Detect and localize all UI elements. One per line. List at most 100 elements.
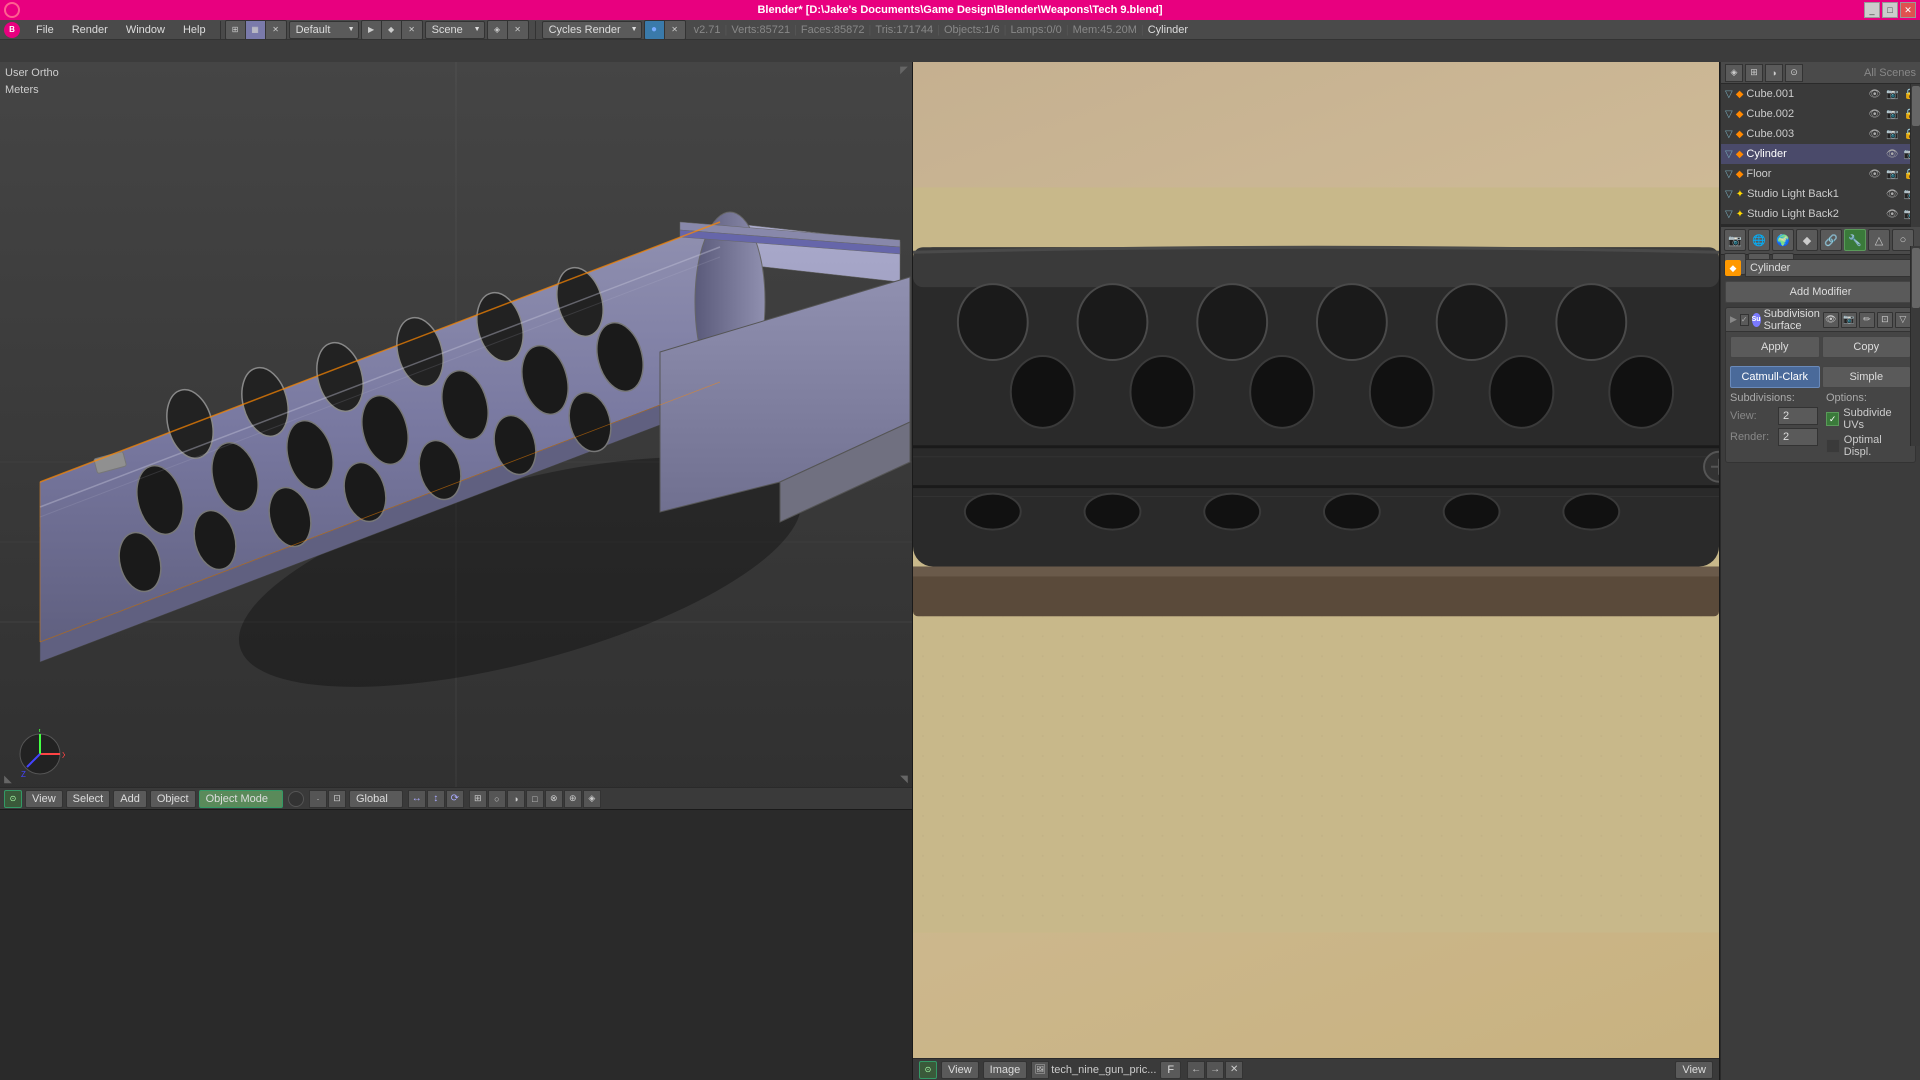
layout-icon-3[interactable]: ✕: [266, 21, 286, 39]
outliner-icon-4[interactable]: ⊙: [1785, 64, 1803, 82]
viewport-resize-corner-br[interactable]: ◥: [896, 771, 912, 787]
image-nav-icon-2[interactable]: →: [1206, 1061, 1224, 1079]
render-icon[interactable]: ▶: [362, 21, 382, 39]
modifier-enable-checkbox[interactable]: ✓: [1740, 314, 1749, 326]
props-constraints-icon-btn[interactable]: 🔗: [1820, 229, 1842, 251]
global-dropdown[interactable]: Global: [349, 790, 403, 808]
mode-dropdown[interactable]: Object Mode: [199, 790, 283, 808]
properties-scrollbar[interactable]: [1910, 246, 1920, 446]
view-icon-4[interactable]: □: [526, 790, 544, 808]
transform-icon-2[interactable]: ↕: [427, 790, 445, 808]
view-menu-btn[interactable]: View: [25, 790, 63, 808]
outliner-item-studio-light-back1[interactable]: ▽ ✦ Studio Light Back1 👁 📷: [1721, 184, 1920, 204]
props-scene-icon-btn[interactable]: 🌐: [1748, 229, 1770, 251]
add-modifier-button[interactable]: Add Modifier: [1725, 281, 1916, 303]
object-name-field[interactable]: Cylinder: [1745, 259, 1916, 277]
outliner-item-cylinder[interactable]: ▽ ◆ Cylinder 👁 📷: [1721, 144, 1920, 164]
props-modifier-icon-btn[interactable]: 🔧: [1844, 229, 1866, 251]
outliner-scrollbar-thumb[interactable]: [1912, 86, 1920, 126]
layout-icon-1[interactable]: ⊞: [226, 21, 246, 39]
image-camera-icon[interactable]: ⊙: [919, 1061, 937, 1079]
cube002-vis-icon[interactable]: 👁: [1868, 109, 1881, 120]
modifier-expand-btn[interactable]: ▽: [1895, 312, 1911, 328]
outliner-icon-1[interactable]: ◈: [1725, 64, 1743, 82]
render-subdiv-field[interactable]: 2: [1778, 428, 1818, 446]
outliner-item-cube001[interactable]: ▽ ◆ Cube.001 👁 📷 🔒: [1721, 84, 1920, 104]
props-object-icon-btn[interactable]: ◆: [1796, 229, 1818, 251]
image-view-btn-2[interactable]: View: [1675, 1061, 1713, 1079]
cube003-render-icon[interactable]: 📷: [1886, 129, 1898, 140]
transform-icon-3[interactable]: ⟳: [446, 790, 464, 808]
scene-icon[interactable]: ◈: [488, 21, 508, 39]
modifier-collapse-btn[interactable]: ▶: [1730, 314, 1737, 325]
outliner-item-studio-light-back2[interactable]: ▽ ✦ Studio Light Back2 👁 📷: [1721, 204, 1920, 224]
proportional-edit-icon[interactable]: [288, 791, 304, 807]
cube001-vis-icon[interactable]: 👁: [1868, 89, 1881, 100]
image-image-btn[interactable]: Image: [983, 1061, 1028, 1079]
snap-icon-2[interactable]: ⊡: [328, 790, 346, 808]
light1-vis-icon[interactable]: 👁: [1886, 189, 1899, 200]
simple-tab[interactable]: Simple: [1822, 366, 1912, 388]
add-menu-btn[interactable]: Add: [113, 790, 147, 808]
optimal-disp-checkbox[interactable]: [1826, 439, 1840, 453]
outliner-icon-2[interactable]: ⊞: [1745, 64, 1763, 82]
cube001-render-icon[interactable]: 📷: [1886, 89, 1898, 100]
snap-icon[interactable]: ·: [309, 790, 327, 808]
image-nav-icon-1[interactable]: ←: [1187, 1061, 1205, 1079]
maximize-button[interactable]: □: [1882, 2, 1898, 18]
outliner-item-floor[interactable]: ▽ ◆ Floor 👁 📷 🔒: [1721, 164, 1920, 184]
object-menu-btn[interactable]: Object: [150, 790, 196, 808]
modifier-cage-btn[interactable]: ⊡: [1877, 312, 1893, 328]
cube003-vis-icon[interactable]: 👁: [1868, 129, 1881, 140]
image-f-btn[interactable]: F: [1160, 1061, 1181, 1079]
view-icon-6[interactable]: ⊕: [564, 790, 582, 808]
viewport-resize-corner-bl[interactable]: ◣: [0, 771, 16, 787]
render-icon-2[interactable]: ◆: [382, 21, 402, 39]
close-button[interactable]: ✕: [1900, 2, 1916, 18]
props-world-icon-btn[interactable]: 🌍: [1772, 229, 1794, 251]
viewport-resize-corner-tr[interactable]: ◤: [896, 62, 912, 78]
transform-icon-1[interactable]: ↔: [408, 790, 426, 808]
view-icon-7[interactable]: ◈: [583, 790, 601, 808]
menu-file[interactable]: File: [28, 22, 62, 38]
apply-button[interactable]: Apply: [1730, 336, 1820, 358]
properties-scrollbar-thumb[interactable]: [1912, 248, 1920, 308]
floor-vis-icon[interactable]: 👁: [1868, 169, 1881, 180]
menu-render[interactable]: Render: [64, 22, 116, 38]
outliner-icon-3[interactable]: ◑: [1765, 64, 1783, 82]
floor-render-icon[interactable]: 📷: [1886, 169, 1898, 180]
layout-dropdown[interactable]: Default: [289, 21, 359, 39]
scene-icon-2[interactable]: ✕: [508, 21, 528, 39]
modifier-edit-btn[interactable]: ✏: [1859, 312, 1875, 328]
select-menu-btn[interactable]: Select: [66, 790, 111, 808]
viewport-3d[interactable]: User Ortho Meters X Y Z ◤ ◥ ◣: [0, 62, 912, 809]
light2-vis-icon[interactable]: 👁: [1886, 209, 1899, 220]
layout-icon-2[interactable]: ▦: [246, 21, 266, 39]
view-icon-2[interactable]: ○: [488, 790, 506, 808]
cube002-render-icon[interactable]: 📷: [1886, 109, 1898, 120]
menu-help[interactable]: Help: [175, 22, 214, 38]
modifier-eye-btn[interactable]: 👁: [1823, 312, 1839, 328]
image-nav-icon-3[interactable]: ✕: [1225, 1061, 1243, 1079]
image-icon[interactable]: 🖼: [1031, 1061, 1049, 1079]
scene-dropdown[interactable]: Scene: [425, 21, 485, 39]
image-view-btn[interactable]: View: [941, 1061, 979, 1079]
modifier-render-btn[interactable]: 📷: [1841, 312, 1857, 328]
engine-dropdown[interactable]: Cycles Render: [542, 21, 642, 39]
catmull-clark-tab[interactable]: Catmull-Clark: [1730, 366, 1820, 388]
render-icon-3[interactable]: ✕: [402, 21, 422, 39]
engine-icon-2[interactable]: ✕: [665, 21, 685, 39]
view-subdiv-field[interactable]: 2: [1778, 407, 1818, 425]
view-icon-1[interactable]: ⊞: [469, 790, 487, 808]
menu-window[interactable]: Window: [118, 22, 173, 38]
subdivide-uvs-checkbox[interactable]: ✓: [1826, 412, 1839, 426]
view-icon-3[interactable]: ◑: [507, 790, 525, 808]
engine-icon[interactable]: ●: [645, 21, 665, 39]
blender-menu-icon[interactable]: B: [4, 22, 20, 38]
copy-button[interactable]: Copy: [1822, 336, 1912, 358]
outliner-item-cube003[interactable]: ▽ ◆ Cube.003 👁 📷 🔒: [1721, 124, 1920, 144]
props-data-icon-btn[interactable]: △: [1868, 229, 1890, 251]
view-icon-5[interactable]: ⊗: [545, 790, 563, 808]
cylinder-vis-icon[interactable]: 👁: [1886, 149, 1899, 160]
viewport-camera-icon[interactable]: ⊙: [4, 790, 22, 808]
